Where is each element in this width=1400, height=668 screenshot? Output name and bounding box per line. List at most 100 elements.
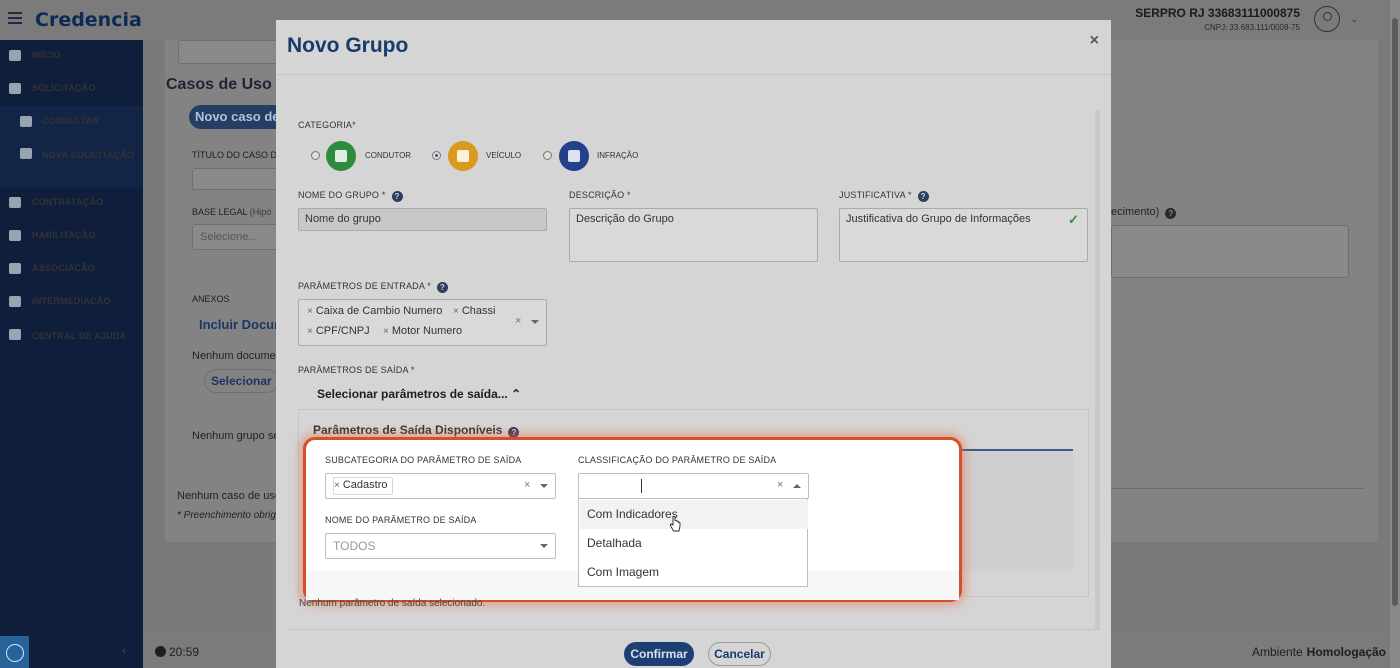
dropdown-option[interactable]: Com Indicadores xyxy=(580,500,808,529)
home-icon xyxy=(9,50,21,61)
output-params-toggle[interactable]: Selecionar parâmetros de saída... ⌃ xyxy=(317,387,521,401)
id-card-icon xyxy=(9,230,21,241)
chevron-left-icon[interactable]: ‹ xyxy=(122,645,126,657)
group-name-input[interactable]: Nome do grupo xyxy=(298,208,547,231)
background-field xyxy=(178,40,278,64)
no-use-case-text: Nenhum caso de uso xyxy=(177,490,281,502)
help-icon[interactable]: ? xyxy=(391,191,403,202)
session-clock: 20:59 xyxy=(155,645,199,659)
remove-icon[interactable]: × xyxy=(307,326,313,337)
clear-icon[interactable]: × xyxy=(524,479,530,491)
help-icon[interactable]: ? xyxy=(1165,208,1177,219)
page-scrollbar-thumb[interactable] xyxy=(1392,18,1398,606)
sidebar xyxy=(0,40,143,668)
user-avatar-icon[interactable] xyxy=(1314,6,1340,32)
use-cases-title: Casos de Uso xyxy=(166,76,272,93)
chevron-down-icon[interactable] xyxy=(540,544,548,548)
required-note: * Preenchimento obrig xyxy=(177,510,276,521)
edit-icon xyxy=(9,83,21,94)
param-chip[interactable]: × CPF/CNPJ xyxy=(307,325,370,337)
user-tie-icon xyxy=(9,296,21,307)
new-use-case-button[interactable]: Novo caso de xyxy=(189,105,289,129)
users-icon xyxy=(9,263,21,274)
sidebar-item-label: CONTRATAÇÃO xyxy=(32,197,104,207)
driver-license-icon xyxy=(326,141,356,171)
sidebar-item-label: SOLICITAÇÃO xyxy=(32,83,96,93)
search-icon xyxy=(20,116,32,127)
confirm-button[interactable]: Confirmar xyxy=(624,642,694,666)
category-label: CATEGORIA* xyxy=(298,120,356,130)
sidebar-item-label: CENTRAL DE AJUDA xyxy=(32,331,127,341)
description-textarea[interactable]: Descrição do Grupo xyxy=(569,208,818,262)
environment-indicator: Ambiente Homologação xyxy=(1251,645,1386,659)
sidebar-item-label: NOVA SOLICITAÇÃO xyxy=(42,150,135,160)
car-icon xyxy=(448,141,478,171)
remove-icon[interactable]: × xyxy=(453,306,459,317)
justification-textarea[interactable]: Justificativa do Grupo de Informações xyxy=(839,208,1088,262)
param-name-placeholder: TODOS xyxy=(333,539,376,553)
modal-scrollbar[interactable] xyxy=(1095,110,1100,630)
sidebar-item-label: ASSOCIAÇÃO xyxy=(32,263,96,273)
param-chip[interactable]: × Motor Numero xyxy=(383,325,462,337)
document-icon xyxy=(559,141,589,171)
clear-icon[interactable]: × xyxy=(777,479,783,491)
title-field[interactable] xyxy=(192,168,282,190)
org-name: SERPRO RJ 33683111000875 xyxy=(1135,6,1300,20)
remove-icon[interactable]: × xyxy=(383,326,389,337)
legal-base-label: BASE LEGAL (Hipó xyxy=(192,207,272,217)
no-group-text: Nenhum grupo sel xyxy=(192,430,282,442)
help-icon[interactable]: ? xyxy=(917,191,929,202)
help-icon[interactable]: ? xyxy=(436,282,448,293)
chevron-down-icon[interactable]: ⌄ xyxy=(1350,14,1358,25)
legal-base-placeholder: Selecione... xyxy=(200,231,258,243)
cookie-settings-icon[interactable] xyxy=(0,636,29,668)
right-field-label: ecimento)? xyxy=(1111,206,1177,219)
param-chip[interactable]: × Caixa de Cambio Numero xyxy=(307,305,442,317)
cancel-button[interactable]: Cancelar xyxy=(708,642,771,666)
radio-veiculo[interactable] xyxy=(432,151,441,160)
radio-condutor[interactable] xyxy=(311,151,320,160)
param-name-label: NOME DO PARÂMETRO DE SAÍDA xyxy=(325,515,477,525)
title-label: TÍTULO DO CASO D xyxy=(192,150,278,160)
no-documents-text: Nenhum documen xyxy=(192,350,282,362)
chevron-up-icon[interactable] xyxy=(793,484,801,488)
dropdown-option[interactable]: Detalhada xyxy=(580,529,808,558)
output-params-label: PARÂMETROS DE SAÍDA * xyxy=(298,365,415,375)
input-params-label: PARÂMETROS DE ENTRADA *? xyxy=(298,281,448,293)
modal-header: Novo Grupo × xyxy=(276,20,1111,75)
param-chip[interactable]: × Chassi xyxy=(453,305,495,317)
text-cursor xyxy=(641,479,642,493)
justification-label: JUSTIFICATIVA *? xyxy=(839,190,929,202)
close-icon[interactable]: × xyxy=(1090,32,1099,50)
clock-icon xyxy=(155,646,166,657)
group-name-label: NOME DO GRUPO *? xyxy=(298,190,403,202)
sidebar-item-label: CONSULTAR xyxy=(42,116,99,126)
org-cnpj: CNPJ: 33.683.111/0008-75 xyxy=(1204,23,1300,32)
menu-icon[interactable] xyxy=(8,12,22,24)
chevron-down-icon[interactable] xyxy=(531,320,539,324)
modal-footer-divider xyxy=(288,629,1100,630)
chevron-down-icon[interactable] xyxy=(540,484,548,488)
params-list-border xyxy=(960,449,1073,451)
remove-icon[interactable]: × xyxy=(307,306,313,317)
description-label: DESCRIÇÃO * xyxy=(569,190,631,200)
sidebar-item-label: INÍCIO xyxy=(32,50,61,60)
clear-icon[interactable]: × xyxy=(515,315,521,327)
category-infracao-label: INFRAÇÃO xyxy=(597,151,639,160)
right-textarea[interactable] xyxy=(1111,225,1349,278)
category-condutor-label: CONDUTOR xyxy=(365,151,412,160)
handshake-icon xyxy=(9,197,21,208)
classification-label: CLASSIFICAÇÃO DO PARÂMETRO DE SAÍDA xyxy=(578,455,777,465)
include-docs-button[interactable]: Incluir Docum xyxy=(199,317,286,332)
params-list-area xyxy=(960,451,1074,571)
radio-infracao[interactable] xyxy=(543,151,552,160)
modal-title: Novo Grupo xyxy=(287,34,409,57)
dropdown-option[interactable]: Com Imagem xyxy=(580,558,808,587)
category-veiculo-label: VEÍCULO xyxy=(486,151,522,160)
brand-logo[interactable]: Credencia xyxy=(35,9,142,31)
classification-dropdown: Com Indicadores Detalhada Com Imagem xyxy=(578,498,808,587)
select-button[interactable]: Selecionar xyxy=(211,374,272,388)
subcategory-chip-frame xyxy=(333,477,393,495)
empty-output-note: Nenhum parâmetro de saída selecionado. xyxy=(299,598,486,609)
classification-select[interactable] xyxy=(578,473,809,499)
